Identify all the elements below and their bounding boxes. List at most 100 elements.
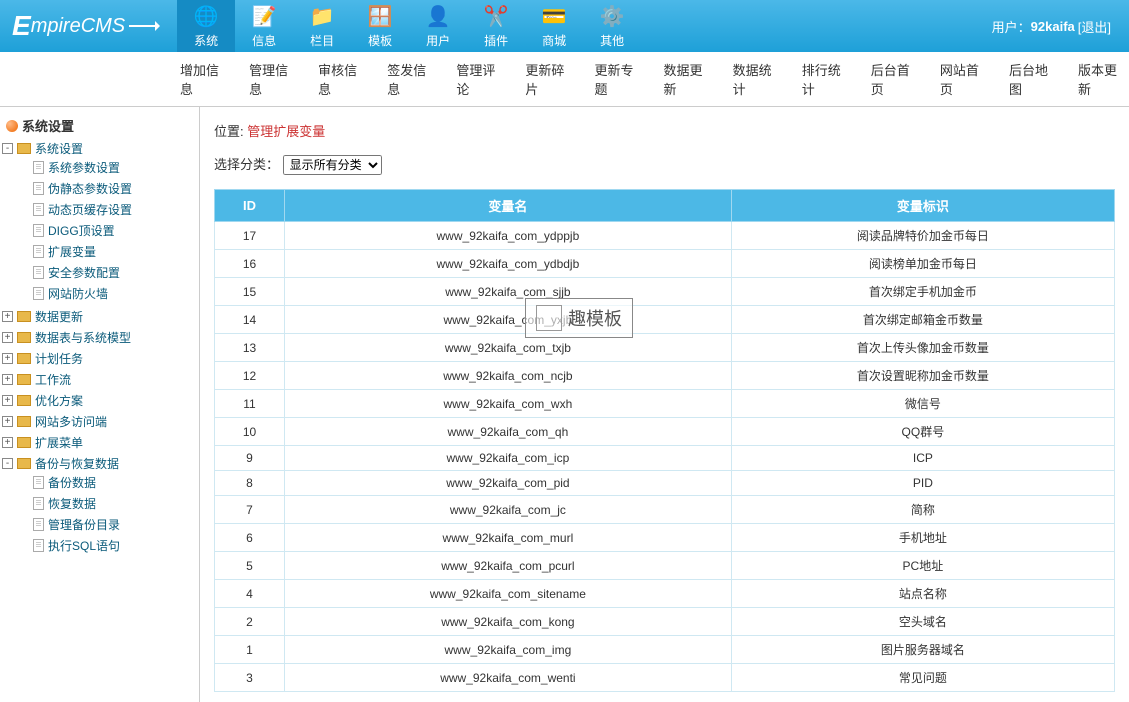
logo: EmpireCMS — [0, 0, 171, 52]
subnav-版本更新[interactable]: 版本更新 — [1078, 60, 1129, 98]
doc-icon — [33, 224, 44, 237]
subnav-增加信息[interactable]: 增加信息 — [180, 60, 231, 98]
tree-item-网站防火墙[interactable]: 网站防火墙 — [18, 285, 197, 302]
logout-link[interactable]: [退出] — [1078, 17, 1111, 36]
folder-icon — [17, 416, 31, 427]
table-row[interactable]: 4www_92kaifa_com_sitename站点名称 — [215, 580, 1115, 608]
tree-toggle-icon[interactable]: + — [2, 374, 13, 385]
folder-icon — [17, 143, 31, 154]
table-row[interactable]: 5www_92kaifa_com_pcurlPC地址 — [215, 552, 1115, 580]
doc-icon — [33, 245, 44, 258]
topnav-item-模板[interactable]: 🪟模板 — [351, 0, 409, 52]
column-header: ID — [215, 190, 285, 222]
data-table: ID变量名变量标识 17www_92kaifa_com_ydppjb阅读品牌特价… — [214, 189, 1115, 692]
folder-icon — [17, 311, 31, 322]
tree-toggle-icon[interactable]: + — [2, 437, 13, 448]
table-row[interactable]: 6www_92kaifa_com_murl手机地址 — [215, 524, 1115, 552]
doc-icon — [33, 182, 44, 195]
tree-item-管理备份目录[interactable]: 管理备份目录 — [18, 516, 197, 533]
doc-icon — [33, 203, 44, 216]
sub-nav: 增加信息管理信息审核信息签发信息管理评论更新碎片更新专题数据更新数据统计排行统计… — [0, 52, 1129, 107]
nav-icon: 📝 — [251, 4, 277, 30]
tree-toggle-icon[interactable]: + — [2, 353, 13, 364]
tree-item-数据更新[interactable]: +数据更新 — [2, 308, 197, 325]
table-row[interactable]: 17www_92kaifa_com_ydppjb阅读品牌特价加金币每日 — [215, 222, 1115, 250]
user-label: 用户： — [992, 17, 1031, 36]
sidebar-tree: -系统设置系统参数设置伪静态参数设置动态页缓存设置 DIGG顶设置扩展变量安全参数… — [2, 138, 197, 558]
tree-item-恢复数据[interactable]: 恢复数据 — [18, 495, 197, 512]
folder-icon — [17, 353, 31, 364]
filter-row: 选择分类： 显示所有分类 — [214, 150, 1115, 189]
tree-item-工作流[interactable]: +工作流 — [2, 371, 197, 388]
topnav-item-栏目[interactable]: 📁栏目 — [293, 0, 351, 52]
user-area: 用户： 92kaifa [退出] — [974, 0, 1129, 52]
tree-item-系统设置[interactable]: -系统设置 — [2, 140, 197, 157]
doc-icon — [33, 476, 44, 489]
tree-item-系统参数设置[interactable]: 系统参数设置 — [18, 159, 197, 176]
folder-icon — [17, 374, 31, 385]
table-row[interactable]: 11www_92kaifa_com_wxh微信号 — [215, 390, 1115, 418]
table-row[interactable]: 2www_92kaifa_com_kong空头域名 — [215, 608, 1115, 636]
tree-item-优化方案[interactable]: +优化方案 — [2, 392, 197, 409]
subnav-更新专题[interactable]: 更新专题 — [594, 60, 645, 98]
subnav-后台地图[interactable]: 后台地图 — [1009, 60, 1060, 98]
tree-item-伪静态参数设置[interactable]: 伪静态参数设置 — [18, 180, 197, 197]
tree-item-扩展变量[interactable]: 扩展变量 — [18, 243, 197, 260]
tree-item-计划任务[interactable]: +计划任务 — [2, 350, 197, 367]
tree-item-DIGG顶设置[interactable]: DIGG顶设置 — [18, 222, 197, 239]
tree-item-动态页缓存设置[interactable]: 动态页缓存设置 — [18, 201, 197, 218]
table-row[interactable]: 7www_92kaifa_com_jc简称 — [215, 496, 1115, 524]
topnav-item-信息[interactable]: 📝信息 — [235, 0, 293, 52]
table-row[interactable]: 12www_92kaifa_com_ncjb首次设置昵称加金币数量 — [215, 362, 1115, 390]
table-row[interactable]: 15www_92kaifa_com_sjjb首次绑定手机加金币 — [215, 278, 1115, 306]
folder-icon — [17, 458, 31, 469]
subnav-排行统计[interactable]: 排行统计 — [802, 60, 853, 98]
tree-item-备份数据[interactable]: 备份数据 — [18, 474, 197, 491]
subnav-网站首页[interactable]: 网站首页 — [940, 60, 991, 98]
column-header: 变量标识 — [731, 190, 1114, 222]
top-nav: 🌐系统📝信息📁栏目🪟模板👤用户✂️插件💳商城⚙️其他 — [177, 0, 641, 52]
folder-icon — [17, 332, 31, 343]
tree-toggle-icon[interactable]: - — [2, 143, 13, 154]
subnav-管理信息[interactable]: 管理信息 — [249, 60, 300, 98]
category-select[interactable]: 显示所有分类 — [283, 155, 382, 175]
table-row[interactable]: 3www_92kaifa_com_wenti常见问题 — [215, 664, 1115, 692]
topnav-item-插件[interactable]: ✂️插件 — [467, 0, 525, 52]
doc-icon — [33, 266, 44, 279]
tree-toggle-icon[interactable]: - — [2, 458, 13, 469]
table-row[interactable]: 13www_92kaifa_com_txjb首次上传头像加金币数量 — [215, 334, 1115, 362]
tree-item-网站多访问端[interactable]: +网站多访问端 — [2, 413, 197, 430]
doc-icon — [33, 539, 44, 552]
table-row[interactable]: 9www_92kaifa_com_icpICP — [215, 446, 1115, 471]
tree-item-安全参数配置[interactable]: 安全参数配置 — [18, 264, 197, 281]
table-row[interactable]: 16www_92kaifa_com_ydbdjb阅读榜单加金币每日 — [215, 250, 1115, 278]
table-row[interactable]: 14www_92kaifa_com_yxjb首次绑定邮箱金币数量 — [215, 306, 1115, 334]
topnav-item-系统[interactable]: 🌐系统 — [177, 0, 235, 52]
column-header: 变量名 — [285, 190, 732, 222]
tree-toggle-icon[interactable]: + — [2, 311, 13, 322]
tree-toggle-icon[interactable]: + — [2, 395, 13, 406]
subnav-数据统计[interactable]: 数据统计 — [733, 60, 784, 98]
nav-icon: ✂️ — [483, 4, 509, 30]
subnav-签发信息[interactable]: 签发信息 — [387, 60, 438, 98]
tree-item-备份与恢复数据[interactable]: -备份与恢复数据 — [2, 455, 197, 472]
subnav-更新碎片[interactable]: 更新碎片 — [525, 60, 576, 98]
tree-toggle-icon[interactable]: + — [2, 416, 13, 427]
subnav-后台首页[interactable]: 后台首页 — [871, 60, 922, 98]
table-row[interactable]: 1www_92kaifa_com_img图片服务器域名 — [215, 636, 1115, 664]
table-row[interactable]: 10www_92kaifa_com_qhQQ群号 — [215, 418, 1115, 446]
topnav-item-其他[interactable]: ⚙️其他 — [583, 0, 641, 52]
subnav-管理评论[interactable]: 管理评论 — [456, 60, 507, 98]
subnav-数据更新[interactable]: 数据更新 — [664, 60, 715, 98]
topnav-item-商城[interactable]: 💳商城 — [525, 0, 583, 52]
topnav-item-用户[interactable]: 👤用户 — [409, 0, 467, 52]
tree-toggle-icon[interactable]: + — [2, 332, 13, 343]
tree-item-数据表与系统模型[interactable]: +数据表与系统模型 — [2, 329, 197, 346]
doc-icon — [33, 161, 44, 174]
subnav-审核信息[interactable]: 审核信息 — [318, 60, 369, 98]
tree-item-执行SQL语句[interactable]: 执行SQL语句 — [18, 537, 197, 554]
table-row[interactable]: 8www_92kaifa_com_pidPID — [215, 471, 1115, 496]
breadcrumb: 位置: 管理扩展变量 — [214, 117, 1115, 150]
sidebar: 系统设置 -系统设置系统参数设置伪静态参数设置动态页缓存设置DIGG顶设置扩展变… — [0, 107, 200, 702]
tree-item-扩展菜单[interactable]: +扩展菜单 — [2, 434, 197, 451]
